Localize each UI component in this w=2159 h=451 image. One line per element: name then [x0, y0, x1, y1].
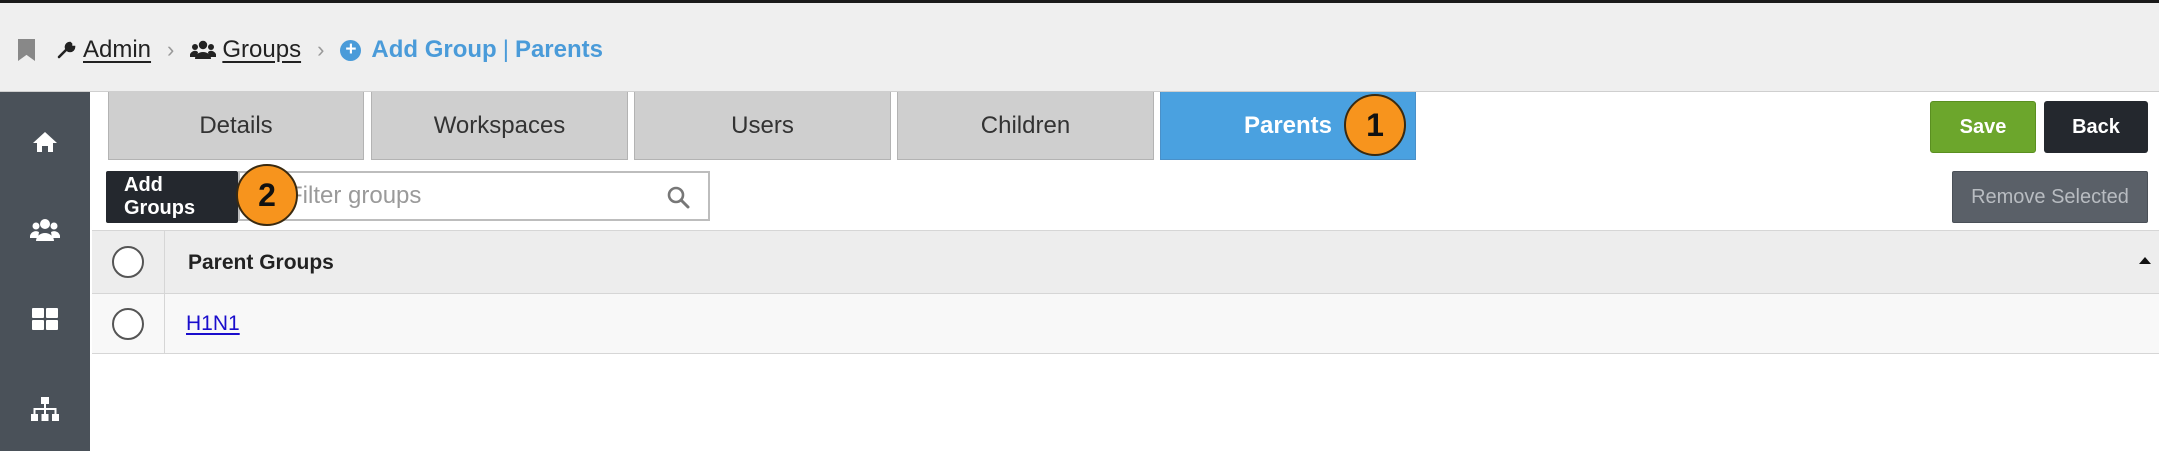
group-link[interactable]: H1N1	[186, 294, 240, 354]
add-groups-button[interactable]: Add Groups	[106, 171, 238, 223]
tab-parents-label: Parents	[1243, 111, 1333, 139]
annotation-badge-1: 1	[1344, 94, 1406, 156]
tab-children[interactable]: Children	[897, 92, 1154, 160]
tab-details-label: Details	[199, 111, 273, 139]
filter-groups-field	[238, 171, 710, 221]
tab-workspaces[interactable]: Workspaces	[371, 92, 628, 160]
tab-workspaces-label: Workspaces	[433, 111, 566, 139]
back-button[interactable]: Back	[2044, 101, 2148, 153]
tab-users-label: Users	[731, 111, 794, 139]
table-row: H1N1	[92, 294, 2159, 354]
column-header-parent-groups[interactable]: Parent Groups	[188, 231, 334, 295]
breadcrumb-groups-label: Groups	[222, 36, 302, 63]
row-select-cell	[92, 294, 165, 353]
nav-groups[interactable]	[0, 185, 90, 275]
top-bar: Admin › Groups › + Add Group | Parents	[0, 0, 2159, 92]
select-all-cell	[92, 231, 165, 293]
chevron-right-icon: ›	[317, 37, 325, 62]
breadcrumb-admin[interactable]: Admin	[57, 36, 151, 64]
remove-selected-button[interactable]: Remove Selected	[1952, 171, 2148, 223]
tab-children-label: Children	[980, 111, 1071, 139]
nav-dashboard[interactable]	[0, 274, 90, 364]
breadcrumb-divider: |	[502, 36, 509, 63]
breadcrumb-groups[interactable]: Groups	[190, 36, 301, 64]
breadcrumb-current: + Add Group | Parents	[340, 36, 603, 64]
plus-circle-icon: +	[340, 39, 362, 61]
side-navigation	[0, 92, 90, 451]
bookmark-icon[interactable]	[18, 39, 35, 61]
tab-details[interactable]: Details	[108, 92, 364, 160]
select-all-radio[interactable]	[112, 246, 144, 278]
hierarchy-icon	[31, 397, 59, 421]
tab-users[interactable]: Users	[634, 92, 891, 160]
wrench-icon	[57, 41, 76, 59]
filter-groups-input[interactable]	[288, 181, 648, 211]
breadcrumb: Admin › Groups › + Add Group | Parents	[18, 33, 603, 67]
breadcrumb-admin-label: Admin	[83, 36, 152, 63]
breadcrumb-current-tab: Parents	[514, 36, 603, 63]
users-icon	[30, 219, 60, 241]
dashboard-icon	[32, 308, 58, 330]
table-header: Parent Groups	[92, 230, 2159, 294]
save-button[interactable]: Save	[1930, 101, 2036, 153]
parent-groups-table: Parent Groups H1N1	[92, 230, 2159, 354]
nav-hierarchy[interactable]	[0, 364, 90, 451]
breadcrumb-current-action: Add Group	[371, 36, 497, 63]
annotation-badge-2: 2	[236, 164, 298, 226]
chevron-right-icon: ›	[167, 37, 175, 62]
row-select-radio[interactable]	[112, 307, 144, 340]
search-icon[interactable]	[666, 185, 690, 209]
nav-home[interactable]	[0, 97, 90, 187]
home-icon	[33, 132, 57, 152]
users-icon	[190, 40, 217, 59]
sort-ascending-icon[interactable]	[2139, 257, 2151, 264]
